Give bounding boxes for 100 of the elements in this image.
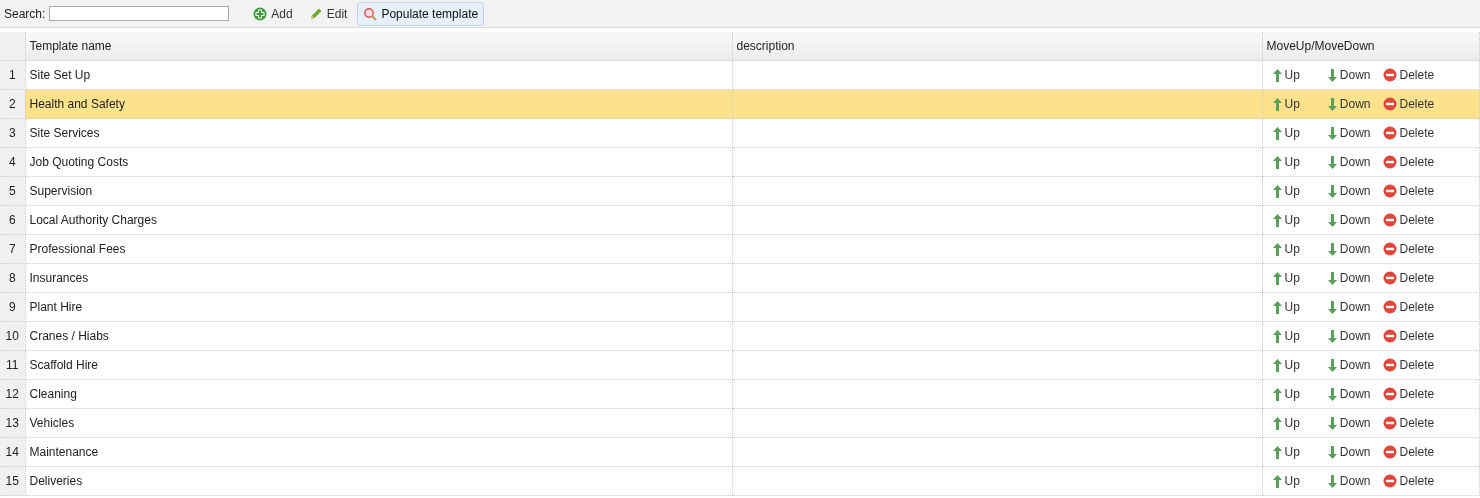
no-entry-icon <box>1382 416 1397 430</box>
table-cell[interactable]: Scaffold Hire <box>25 350 732 380</box>
table-cell[interactable]: Cleaning <box>25 379 732 409</box>
up-link[interactable]: Up <box>1272 97 1300 111</box>
no-entry-icon <box>1382 213 1397 227</box>
up-arrow-icon <box>1272 474 1282 488</box>
down-arrow-icon <box>1327 474 1337 488</box>
delete-link[interactable]: Delete <box>1382 416 1435 430</box>
no-entry-icon <box>1382 184 1397 198</box>
up-link[interactable]: Up <box>1272 358 1300 372</box>
down-link[interactable]: Down <box>1327 474 1371 488</box>
delete-link[interactable]: Delete <box>1382 155 1435 169</box>
down-link[interactable]: Down <box>1327 97 1371 111</box>
delete-link[interactable]: Delete <box>1382 68 1435 82</box>
table-cell[interactable]: Health and Safety <box>25 89 732 119</box>
no-entry-icon <box>1382 126 1397 140</box>
delete-link[interactable]: Delete <box>1382 97 1435 111</box>
table-cell[interactable]: Job Quoting Costs <box>25 147 732 177</box>
delete-link[interactable]: Delete <box>1382 474 1435 488</box>
up-link[interactable]: Up <box>1272 184 1300 198</box>
up-link[interactable]: Up <box>1272 300 1300 314</box>
down-arrow-icon <box>1327 358 1337 372</box>
down-link[interactable]: Down <box>1327 155 1371 169</box>
down-link[interactable]: Down <box>1327 242 1371 256</box>
up-arrow-icon <box>1272 68 1282 82</box>
up-arrow-icon <box>1272 155 1282 169</box>
down-link[interactable]: Down <box>1327 329 1371 343</box>
table-cell[interactable]: Vehicles <box>25 408 732 438</box>
up-arrow-icon <box>1272 445 1282 459</box>
populate-button[interactable]: Populate template <box>357 1 485 26</box>
delete-link[interactable]: Delete <box>1382 271 1435 285</box>
down-link[interactable]: Down <box>1327 271 1371 285</box>
up-arrow-icon <box>1272 242 1282 256</box>
no-entry-icon <box>1382 445 1397 459</box>
delete-link[interactable]: Delete <box>1382 184 1435 198</box>
down-link[interactable]: Down <box>1327 416 1371 430</box>
column-header[interactable]: MoveUp/MoveDown <box>1262 32 1480 61</box>
add-button[interactable]: Add <box>247 1 299 26</box>
up-link[interactable]: Up <box>1272 213 1300 227</box>
up-arrow-icon <box>1272 358 1282 372</box>
delete-link[interactable]: Delete <box>1382 387 1435 401</box>
row-number: 2 <box>0 89 25 119</box>
delete-link[interactable]: Delete <box>1382 213 1435 227</box>
delete-link[interactable]: Delete <box>1382 329 1435 343</box>
column-header[interactable]: description <box>732 32 1262 61</box>
up-link[interactable]: Up <box>1272 474 1300 488</box>
plus-icon <box>253 6 268 21</box>
up-arrow-icon <box>1272 126 1282 140</box>
table-cell[interactable]: Insurances <box>25 263 732 293</box>
down-link[interactable]: Down <box>1327 184 1371 198</box>
pencil-icon <box>308 6 323 21</box>
row-number: 13 <box>0 408 25 438</box>
down-link[interactable]: Down <box>1327 445 1371 459</box>
down-link[interactable]: Down <box>1327 68 1371 82</box>
down-arrow-icon <box>1327 213 1337 227</box>
up-link[interactable]: Up <box>1272 416 1300 430</box>
edit-button[interactable]: Edit <box>302 1 354 26</box>
no-entry-icon <box>1382 68 1397 82</box>
delete-link[interactable]: Delete <box>1382 300 1435 314</box>
table-cell[interactable]: Local Authority Charges <box>25 205 732 235</box>
up-link[interactable]: Up <box>1272 242 1300 256</box>
row-number: 14 <box>0 437 25 467</box>
column-header[interactable]: Template name <box>25 32 732 61</box>
up-arrow-icon <box>1272 329 1282 343</box>
no-entry-icon <box>1382 387 1397 401</box>
down-link[interactable]: Down <box>1327 300 1371 314</box>
table-cell[interactable]: Site Set Up <box>25 60 732 90</box>
up-link[interactable]: Up <box>1272 329 1300 343</box>
down-arrow-icon <box>1327 242 1337 256</box>
table-cell[interactable]: Supervision <box>25 176 732 206</box>
search-field[interactable] <box>49 6 230 21</box>
up-link[interactable]: Up <box>1272 271 1300 285</box>
up-arrow-icon <box>1272 387 1282 401</box>
delete-link[interactable]: Delete <box>1382 126 1435 140</box>
delete-link[interactable]: Delete <box>1382 358 1435 372</box>
up-link[interactable]: Up <box>1272 126 1300 140</box>
up-link[interactable]: Up <box>1272 155 1300 169</box>
row-number: 1 <box>0 60 25 90</box>
down-link[interactable]: Down <box>1327 387 1371 401</box>
delete-link[interactable]: Delete <box>1382 242 1435 256</box>
down-link[interactable]: Down <box>1327 213 1371 227</box>
up-arrow-icon <box>1272 416 1282 430</box>
up-arrow-icon <box>1272 300 1282 314</box>
down-arrow-icon <box>1327 155 1337 169</box>
delete-link[interactable]: Delete <box>1382 445 1435 459</box>
up-link[interactable]: Up <box>1272 445 1300 459</box>
no-entry-icon <box>1382 97 1397 111</box>
table-cell[interactable]: Plant Hire <box>25 292 732 322</box>
table-cell[interactable]: Maintenance <box>25 437 732 467</box>
up-link[interactable]: Up <box>1272 387 1300 401</box>
down-link[interactable]: Down <box>1327 126 1371 140</box>
table-cell[interactable]: Deliveries <box>25 466 732 496</box>
down-arrow-icon <box>1327 97 1337 111</box>
up-link[interactable]: Up <box>1272 68 1300 82</box>
row-number: 8 <box>0 263 25 293</box>
table-cell[interactable]: Cranes / Hiabs <box>25 321 732 351</box>
no-entry-icon <box>1382 329 1397 343</box>
table-cell[interactable]: Site Services <box>25 118 732 148</box>
down-link[interactable]: Down <box>1327 358 1371 372</box>
table-cell[interactable]: Professional Fees <box>25 234 732 264</box>
